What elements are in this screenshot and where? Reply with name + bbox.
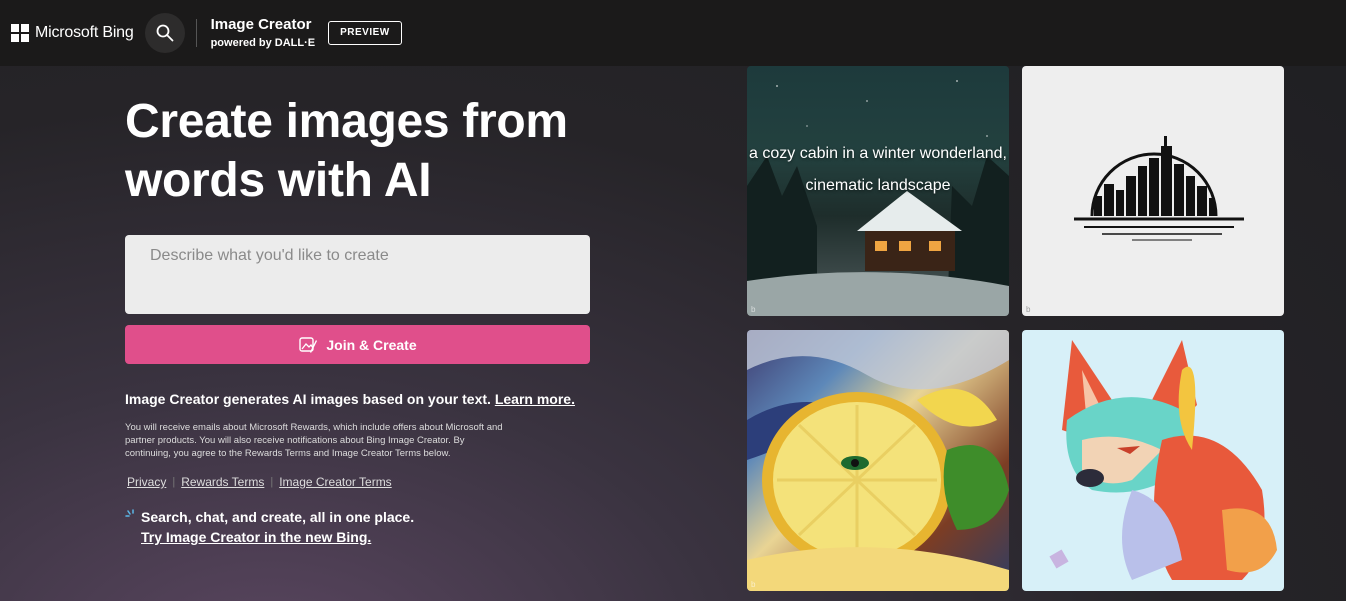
powered-by-text: powered by <box>210 37 275 49</box>
search-icon <box>156 24 173 42</box>
rewards-terms-link[interactable]: Rewards Terms <box>181 475 264 489</box>
description: Image Creator generates AI images based … <box>125 390 605 408</box>
description-text: Image Creator generates AI images based … <box>125 391 495 407</box>
lemon-scene-icon <box>747 330 1009 591</box>
fine-print: You will receive emails about Microsoft … <box>125 422 503 459</box>
prompt-input[interactable] <box>125 235 590 314</box>
cabin-caption: a cozy cabin in a winter wonderland, cin… <box>749 145 1007 194</box>
link-divider: | <box>270 476 274 488</box>
join-create-label: Join & Create <box>326 336 417 353</box>
join-create-button[interactable]: Join & Create <box>125 325 590 364</box>
bing-watermark-icon: b <box>1026 305 1031 314</box>
dalle-brand: DALL·E <box>274 37 316 49</box>
cabin-image[interactable]: a cozy cabin in a winter wonderland, cin… <box>747 66 1009 316</box>
wolf-scene-icon <box>1049 340 1277 580</box>
skyline-logo-icon <box>1074 136 1244 241</box>
page-title: Create images from words with AI <box>125 95 568 207</box>
city-skyline-image[interactable]: b <box>1022 66 1284 316</box>
paper-wolf-image[interactable] <box>1022 330 1284 591</box>
bing-spark-icon <box>125 509 134 517</box>
create-image-icon <box>299 336 318 353</box>
bing-watermark-icon: b <box>751 305 756 314</box>
preview-badge[interactable]: PREVIEW <box>328 21 402 45</box>
bing-watermark-icon: b <box>751 580 756 589</box>
product-title: Image Creator powered by DALL·E <box>211 16 316 50</box>
lemon-painting-image[interactable]: b <box>747 330 1009 591</box>
learn-more-link[interactable]: Learn more. <box>495 391 575 407</box>
try-new-bing-link[interactable]: Try Image Creator in the new Bing. <box>141 527 371 547</box>
microsoft-bing-logo[interactable]: Microsoft Bing <box>11 24 134 42</box>
promo-text: Search, chat, and create, all in one pla… <box>141 509 415 525</box>
product-name: Image Creator <box>210 16 312 33</box>
top-bar: Microsoft Bing Image Creator powered by … <box>0 0 1346 66</box>
powered-by: powered by DALL·E <box>211 36 316 50</box>
windows-logo-icon <box>11 24 29 42</box>
brand-name: Microsoft Bing <box>35 24 134 41</box>
new-bing-promo: Search, chat, and create, all in one pla… <box>125 507 414 547</box>
search-button[interactable] <box>144 13 185 53</box>
legal-links: Privacy | Rewards Terms | Image Creator … <box>127 475 392 489</box>
header-divider <box>195 19 197 47</box>
link-divider: | <box>172 476 176 488</box>
image-creator-terms-link[interactable]: Image Creator Terms <box>279 475 391 489</box>
privacy-link[interactable]: Privacy <box>127 475 166 489</box>
